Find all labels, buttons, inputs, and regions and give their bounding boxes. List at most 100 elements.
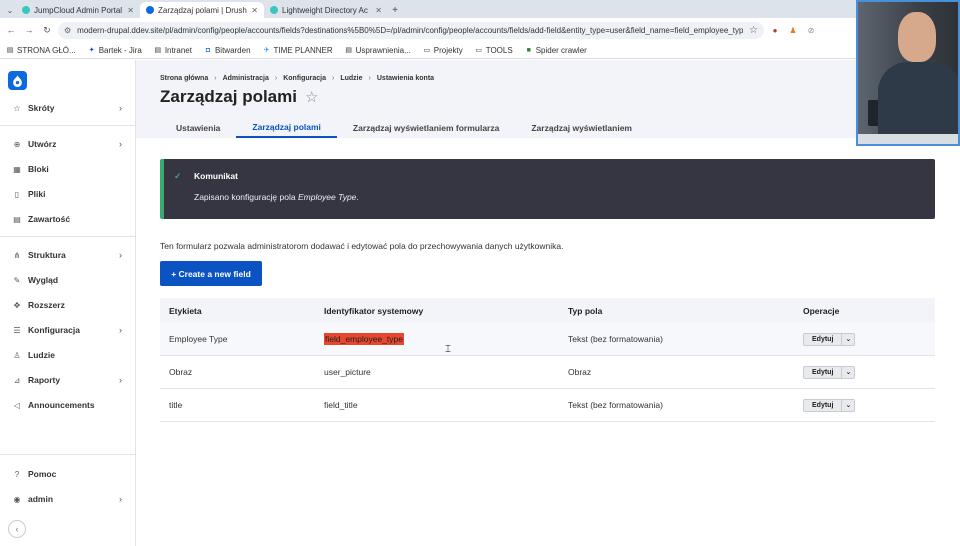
sidebar-item-label: Pomoc bbox=[28, 469, 57, 479]
url-field[interactable]: ⚙ modern-drupal.ddev.site/pl/admin/confi… bbox=[58, 21, 764, 39]
chevron-down-icon[interactable]: ⌄ bbox=[841, 366, 854, 378]
doc-icon: ▤ bbox=[345, 47, 352, 54]
site-info-icon[interactable]: ⚙ bbox=[64, 26, 71, 35]
bookmark-spider[interactable]: ■ Spider crawler bbox=[525, 46, 587, 55]
breadcrumb-link[interactable]: Konfiguracja bbox=[283, 75, 326, 82]
local-tabs: Ustawienia Zarządzaj polami Zarządzaj wy… bbox=[160, 117, 648, 138]
forward-arrow-icon[interactable]: → bbox=[22, 23, 36, 37]
bookmark-jira[interactable]: ✦ Bartek - Jira bbox=[88, 46, 142, 55]
bookmark-time-planner[interactable]: ✈ TIME PLANNER bbox=[263, 46, 333, 55]
chevron-right-icon: › bbox=[119, 325, 122, 335]
browser-tab-ldap[interactable]: Lightweight Directory Ac ✕ bbox=[264, 2, 388, 18]
edit-button[interactable]: Edytuj bbox=[804, 400, 841, 411]
sidebar-divider bbox=[0, 454, 136, 455]
bookmark-bitwarden[interactable]: ◘ Bitwarden bbox=[204, 46, 251, 55]
chevron-down-icon[interactable]: ⌄ bbox=[841, 399, 854, 411]
content-icon: ▤ bbox=[13, 214, 21, 224]
edit-button[interactable]: Edytuj bbox=[804, 334, 841, 345]
browser-tab-drupal[interactable]: Zarządzaj polami | Drush ✕ bbox=[140, 2, 264, 18]
create-new-field-button[interactable]: + Create a new field bbox=[160, 261, 262, 286]
breadcrumb-link[interactable]: Ustawienia konta bbox=[377, 75, 434, 82]
bookmark-strona[interactable]: ▤ STRONA GŁÓ... bbox=[6, 46, 76, 55]
sidebar-item-pliki[interactable]: ▯ Pliki bbox=[0, 183, 136, 205]
field-machine-name: user_picture bbox=[324, 367, 371, 377]
star-icon[interactable]: ☆ bbox=[305, 88, 318, 106]
tab-manage-form-display[interactable]: Zarządzaj wyświetlaniem formularza bbox=[337, 117, 515, 138]
reload-icon[interactable]: ↻ bbox=[40, 23, 54, 37]
sidebar-item-ludzie[interactable]: ♙ Ludzie bbox=[0, 344, 136, 366]
sidebar-item-admin[interactable]: ◉ admin › bbox=[0, 488, 136, 510]
sliders-icon: ☰ bbox=[13, 325, 21, 335]
tab-manage-display[interactable]: Zarządzaj wyświetlaniem bbox=[515, 117, 648, 138]
column-header: Etykieta bbox=[169, 305, 202, 316]
new-tab-plus-icon[interactable]: + bbox=[388, 2, 402, 18]
sidebar-item-announcements[interactable]: ◁ Announcements bbox=[0, 394, 136, 416]
operations-dropbutton: Edytuj ⌄ bbox=[803, 365, 856, 379]
shield-icon: ◘ bbox=[205, 46, 211, 54]
extension-power-icon[interactable]: ⊘ bbox=[804, 23, 818, 37]
table-row: Obraz user_picture Obraz Edytuj ⌄ bbox=[160, 356, 935, 389]
bookmark-label: Intranet bbox=[164, 45, 192, 55]
collapse-sidebar-button[interactable]: ‹ bbox=[8, 520, 26, 538]
file-icon: ▯ bbox=[14, 189, 20, 199]
sidebar-item-struktura[interactable]: ⋔ Struktura › bbox=[0, 244, 136, 266]
drupal-favicon-icon bbox=[146, 6, 154, 14]
sidebar-item-label: Ludzie bbox=[28, 350, 55, 360]
operations-cell: Edytuj ⌄ bbox=[803, 323, 856, 355]
main-content: ✓ Komunikat Zapisano konfigurację pola E… bbox=[136, 138, 960, 546]
sidebar-item-zawartosc[interactable]: ▤ Zawartość bbox=[0, 208, 136, 230]
message-suffix: . bbox=[356, 192, 359, 202]
browser-tab-jumpcloud[interactable]: JumpCloud Admin Portal ✕ bbox=[16, 2, 140, 18]
breadcrumb-link[interactable]: Ludzie bbox=[340, 75, 362, 82]
bookmark-label: Bitwarden bbox=[214, 45, 251, 55]
chevron-right-icon: › bbox=[119, 375, 122, 385]
drupal-logo-icon[interactable] bbox=[8, 71, 27, 90]
sidebar-item-utworz[interactable]: ⊕ Utwórz › bbox=[0, 133, 136, 155]
bookmark-intranet[interactable]: ▤ Intranet bbox=[154, 46, 192, 55]
back-arrow-icon[interactable]: ← bbox=[4, 23, 18, 37]
field-label: Obraz bbox=[169, 367, 193, 377]
bookmark-usprawnienia[interactable]: ▤ Usprawnienia... bbox=[345, 46, 410, 55]
spider-icon: ■ bbox=[526, 46, 531, 54]
sidebar-item-bloki[interactable]: ▦ Bloki bbox=[0, 158, 136, 180]
bookmark-tools[interactable]: ▭ TOOLS bbox=[475, 46, 512, 55]
sidebar-item-label: Zawartość bbox=[28, 214, 71, 224]
chevron-right-icon: › bbox=[119, 139, 122, 149]
sidebar-item-label: Struktura bbox=[28, 250, 66, 260]
doc-icon: ▤ bbox=[6, 47, 14, 54]
bookmark-star-icon[interactable]: ☆ bbox=[749, 25, 758, 36]
webcam-overlay bbox=[856, 0, 960, 146]
message-title: Komunikat bbox=[194, 171, 238, 181]
edit-button[interactable]: Edytuj bbox=[804, 367, 841, 378]
extension-new-icon[interactable]: ● bbox=[768, 23, 782, 37]
sidebar-item-raporty[interactable]: ⊿ Raporty › bbox=[0, 369, 136, 391]
sidebar-item-pomoc[interactable]: ? Pomoc bbox=[0, 463, 136, 485]
folder-icon: ▭ bbox=[475, 47, 483, 54]
close-icon[interactable]: ✕ bbox=[251, 6, 258, 15]
plane-icon: ✈ bbox=[263, 47, 270, 54]
operations-dropbutton: Edytuj ⌄ bbox=[803, 332, 856, 346]
sidebar-item-konfiguracja[interactable]: ☰ Konfiguracja › bbox=[0, 319, 136, 341]
sidebar-item-skroty[interactable]: ☆ Skróty › bbox=[0, 97, 136, 119]
breadcrumb-separator: › bbox=[368, 75, 371, 82]
breadcrumb-link[interactable]: Strona główna bbox=[160, 75, 208, 82]
sidebar-item-rozszerz[interactable]: ✥ Rozszerz bbox=[0, 294, 136, 316]
sidebar-item-wyglad[interactable]: ✎ Wygląd bbox=[0, 269, 136, 291]
tab-search-chevron-icon[interactable]: ⌄ bbox=[4, 2, 16, 18]
sidebar-item-label: Utwórz bbox=[28, 139, 57, 149]
field-label: Employee Type bbox=[169, 334, 228, 344]
extension-figure-icon[interactable]: ♟ bbox=[786, 23, 800, 37]
close-icon[interactable]: ✕ bbox=[127, 6, 134, 15]
breadcrumb-link[interactable]: Administracja bbox=[223, 75, 269, 82]
tab-manage-fields[interactable]: Zarządzaj polami bbox=[236, 117, 337, 138]
table-row: title field_title Tekst (bez formatowani… bbox=[160, 389, 935, 422]
tab-ustawienia[interactable]: Ustawienia bbox=[160, 117, 236, 138]
bookmark-projekty[interactable]: ▭ Projekty bbox=[423, 46, 462, 55]
structure-icon: ⋔ bbox=[13, 250, 21, 260]
close-icon[interactable]: ✕ bbox=[375, 6, 382, 15]
message-field-name: Employee Type bbox=[297, 192, 357, 202]
chevron-down-icon[interactable]: ⌄ bbox=[841, 333, 854, 345]
check-icon: ✓ bbox=[174, 171, 182, 181]
address-bar-row: ← → ↻ ⚙ modern-drupal.ddev.site/pl/admin… bbox=[0, 18, 960, 42]
sidebar-item-label: admin bbox=[28, 494, 54, 504]
